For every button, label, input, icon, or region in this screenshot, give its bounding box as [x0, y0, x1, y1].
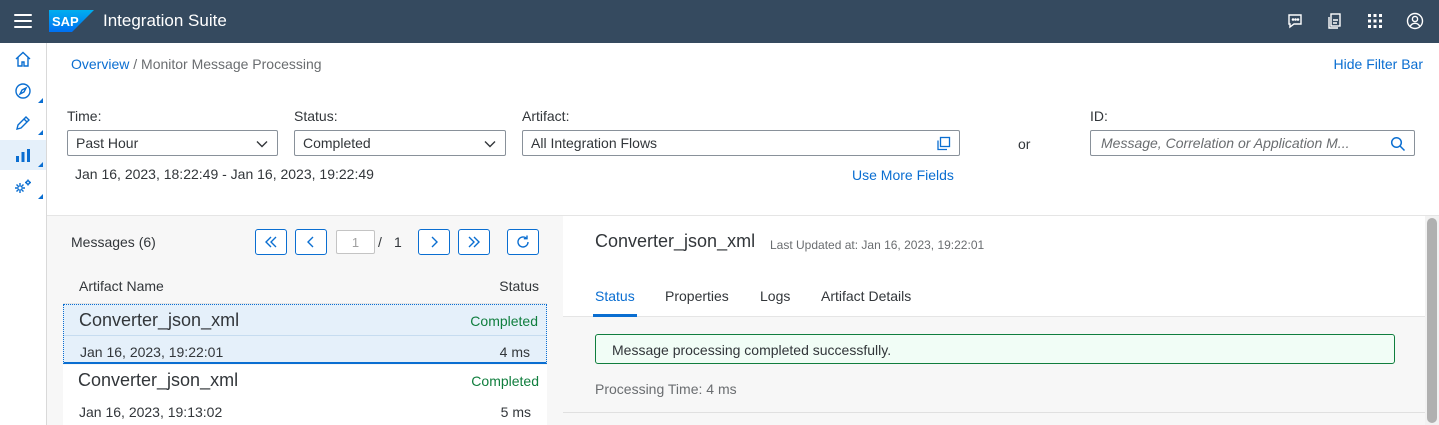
row-date: Jan 16, 2023, 19:22:01 — [80, 344, 224, 360]
table-row[interactable]: Converter_json_xml Completed Jan 16, 202… — [63, 304, 547, 364]
feedback-icon[interactable] — [1285, 10, 1305, 32]
id-search-placeholder: Message, Correlation or Application M... — [1101, 135, 1350, 151]
row-date: Jan 16, 2023, 19:13:02 — [79, 404, 223, 420]
hide-filter-bar-link[interactable]: Hide Filter Bar — [1334, 56, 1423, 72]
menu-icon[interactable] — [12, 11, 34, 31]
row-divider — [64, 335, 546, 336]
page-total: 1 — [394, 234, 402, 250]
last-page-button[interactable] — [458, 229, 490, 255]
time-label: Time: — [67, 108, 102, 124]
chevron-down-icon — [484, 141, 496, 148]
artifact-input-value: All Integration Flows — [531, 135, 658, 151]
breadcrumb: Overview / Monitor Message Processing — [71, 56, 322, 72]
time-select-value: Past Hour — [76, 135, 139, 151]
detail-title: Converter_json_xml — [595, 231, 756, 251]
tab-logs[interactable]: Logs — [760, 288, 790, 304]
chevron-left-icon — [307, 236, 314, 248]
tab-status[interactable]: Status — [595, 288, 635, 304]
processing-time-text: Processing Time: 4 ms — [595, 381, 737, 397]
chevron-down-icon — [256, 141, 268, 148]
or-text: or — [1018, 136, 1031, 152]
side-navigation — [0, 43, 47, 425]
first-page-button[interactable] — [255, 229, 287, 255]
artifact-label: Artifact: — [522, 108, 570, 124]
app-title: Integration Suite — [103, 11, 227, 30]
row-duration: 4 ms — [499, 344, 530, 360]
row-status: Completed — [471, 373, 539, 389]
tab-properties[interactable]: Properties — [665, 288, 729, 304]
column-artifact-name: Artifact Name — [79, 278, 164, 294]
status-label: Status: — [294, 108, 338, 124]
user-icon[interactable] — [1405, 10, 1425, 32]
success-message-strip: Message processing completed successfull… — [595, 334, 1395, 364]
row-artifact-name: Converter_json_xml — [78, 370, 239, 390]
double-chevron-right-icon — [468, 236, 480, 248]
id-label: ID: — [1090, 108, 1108, 124]
table-row[interactable]: Converter_json_xml Completed Jan 16, 202… — [63, 365, 547, 425]
next-page-button[interactable] — [418, 229, 450, 255]
breadcrumb-overview-link[interactable]: Overview — [71, 56, 129, 72]
page-separator: / — [378, 234, 382, 250]
value-help-icon[interactable] — [936, 136, 951, 151]
row-duration: 5 ms — [500, 404, 531, 420]
last-updated-text: Last Updated at: Jan 16, 2023, 19:22:01 — [770, 238, 985, 252]
status-select-value: Completed — [303, 135, 371, 151]
row-status: Completed — [470, 313, 538, 329]
scrollbar-thumb[interactable] — [1427, 218, 1437, 423]
page-number-input[interactable]: 1 — [336, 230, 375, 254]
sap-logo-text: SAP — [52, 14, 79, 29]
design-icon[interactable] — [0, 108, 46, 138]
apps-grid-icon[interactable] — [1365, 10, 1385, 32]
time-range-text: Jan 16, 2023, 18:22:49 - Jan 16, 2023, 1… — [75, 166, 374, 182]
settings-icon[interactable] — [0, 172, 46, 202]
row-artifact-name: Converter_json_xml — [79, 310, 240, 330]
messages-table-header: Artifact Name Status — [63, 268, 547, 304]
detail-scrollbar[interactable] — [1425, 216, 1439, 425]
breadcrumb-separator: / — [133, 56, 138, 72]
column-status: Status — [499, 278, 539, 294]
previous-page-button[interactable] — [295, 229, 327, 255]
detail-divider — [563, 412, 1425, 413]
time-select[interactable]: Past Hour — [67, 130, 278, 156]
artifact-input[interactable]: All Integration Flows — [522, 130, 960, 156]
discover-icon[interactable] — [0, 76, 46, 106]
chevron-right-icon — [431, 236, 438, 248]
shell-header: SAP Integration Suite — [0, 0, 1439, 43]
status-select[interactable]: Completed — [294, 130, 506, 156]
use-more-fields-link[interactable]: Use More Fields — [852, 167, 954, 183]
messages-count: Messages (6) — [71, 234, 156, 250]
monitor-icon[interactable] — [0, 140, 46, 170]
double-chevron-left-icon — [265, 236, 277, 248]
refresh-button[interactable] — [507, 229, 539, 255]
tab-artifact-details[interactable]: Artifact Details — [821, 288, 911, 304]
sap-logo[interactable]: SAP — [49, 10, 94, 32]
breadcrumb-current: Monitor Message Processing — [141, 56, 322, 72]
home-icon[interactable] — [0, 44, 46, 74]
id-search-input[interactable]: Message, Correlation or Application M... — [1090, 130, 1415, 156]
refresh-icon — [517, 235, 529, 248]
notifications-icon[interactable] — [1325, 10, 1345, 32]
search-icon[interactable] — [1390, 136, 1406, 152]
detail-tabs: Status Properties Logs Artifact Details — [563, 276, 1425, 317]
